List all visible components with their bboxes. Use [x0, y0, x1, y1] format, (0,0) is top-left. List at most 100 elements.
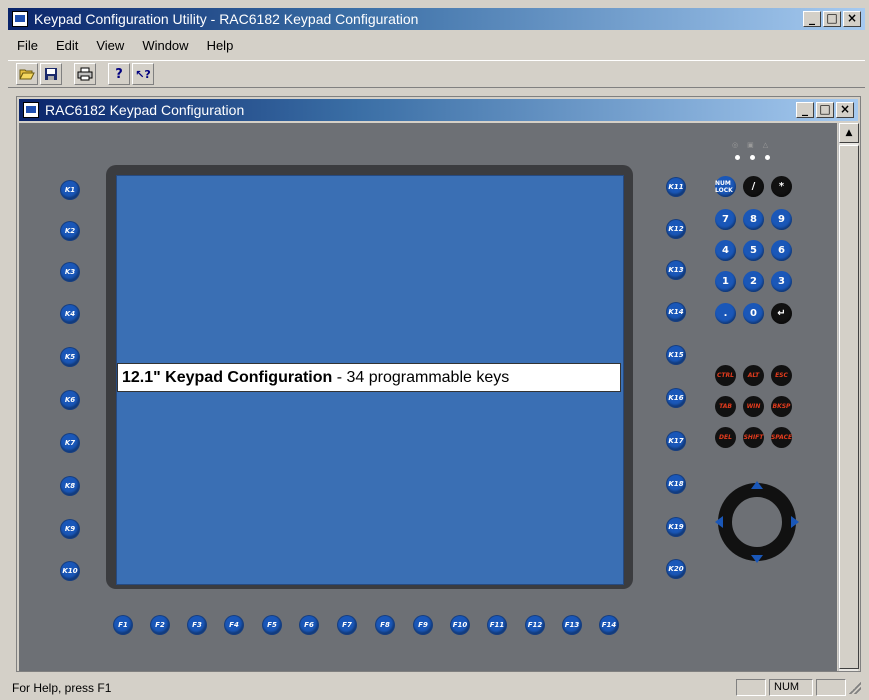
key-0[interactable]: 0 [743, 303, 764, 324]
context-help-icon[interactable]: ↖? [132, 63, 154, 85]
key-f8[interactable]: F8 [376, 616, 394, 634]
child-close-button[interactable]: × [836, 102, 854, 118]
menu-view[interactable]: View [87, 38, 133, 53]
navigation-dpad [715, 481, 799, 563]
key-k18[interactable]: K18 [667, 475, 685, 493]
key-6[interactable]: 6 [771, 240, 792, 261]
key-f10[interactable]: F10 [451, 616, 469, 634]
key-k16[interactable]: K16 [667, 389, 685, 407]
child-maximize-button[interactable]: □ [816, 102, 834, 118]
key-9[interactable]: 9 [771, 209, 792, 230]
key-num-lock[interactable]: NUM LOCK [715, 176, 736, 197]
key-f11[interactable]: F11 [488, 616, 506, 634]
warning-indicator-icon: △ [762, 141, 769, 149]
key-ctrl[interactable]: CTRL [715, 365, 736, 386]
key-k11[interactable]: K11 [667, 178, 685, 196]
key-del[interactable]: DEL [715, 427, 736, 448]
arrow-down-icon[interactable] [751, 555, 763, 563]
menubar: File Edit View Window Help [8, 32, 242, 58]
keypad-config-window: RAC6182 Keypad Configuration _ □ × 12.1"… [16, 96, 861, 672]
key-8[interactable]: 8 [743, 209, 764, 230]
keypad-description-detail: - 34 programmable keys [332, 369, 510, 386]
arrow-up-icon[interactable] [751, 481, 763, 489]
key-k20[interactable]: K20 [667, 560, 685, 578]
key-k15[interactable]: K15 [667, 346, 685, 364]
print-icon[interactable] [74, 63, 96, 85]
key-backspace[interactable]: BKSP [771, 396, 792, 417]
key-multiply[interactable]: * [771, 176, 792, 197]
key-esc[interactable]: ESC [771, 365, 792, 386]
minimize-button[interactable]: _ [803, 11, 821, 27]
key-f13[interactable]: F13 [563, 616, 581, 634]
num-lock-indicator: NUM [769, 679, 813, 696]
app-icon [12, 11, 28, 27]
key-k3[interactable]: K3 [61, 263, 79, 281]
key-f5[interactable]: F5 [263, 616, 281, 634]
key-k8[interactable]: K8 [61, 477, 79, 495]
key-2[interactable]: 2 [743, 271, 764, 292]
key-f2[interactable]: F2 [151, 616, 169, 634]
key-3[interactable]: 3 [771, 271, 792, 292]
close-button[interactable]: × [843, 11, 861, 27]
key-f7[interactable]: F7 [338, 616, 356, 634]
led-3 [765, 155, 770, 160]
key-shift[interactable]: SHIFT [743, 427, 764, 448]
key-f6[interactable]: F6 [300, 616, 318, 634]
key-k6[interactable]: K6 [61, 391, 79, 409]
key-k12[interactable]: K12 [667, 220, 685, 238]
statusbar: For Help, press F1 NUM [8, 677, 865, 698]
key-5[interactable]: 5 [743, 240, 764, 261]
child-minimize-button[interactable]: _ [796, 102, 814, 118]
key-k13[interactable]: K13 [667, 261, 685, 279]
arrow-left-icon[interactable] [715, 516, 723, 528]
key-f1[interactable]: F1 [114, 616, 132, 634]
child-title: RAC6182 Keypad Configuration [45, 102, 245, 118]
help-icon[interactable]: ? [108, 63, 130, 85]
key-f14[interactable]: F14 [600, 616, 618, 634]
key-f12[interactable]: F12 [526, 616, 544, 634]
menu-file[interactable]: File [8, 38, 47, 53]
menu-help[interactable]: Help [198, 38, 243, 53]
key-k1[interactable]: K1 [61, 181, 79, 199]
app-titlebar[interactable]: Keypad Configuration Utility - RAC6182 K… [8, 8, 865, 30]
scroll-thumb[interactable] [839, 145, 859, 669]
key-divide[interactable]: / [743, 176, 764, 197]
key-f3[interactable]: F3 [188, 616, 206, 634]
maximize-button[interactable]: □ [823, 11, 841, 27]
status-pane-empty [736, 679, 766, 696]
keypad-description-title: 12.1" Keypad Configuration [122, 369, 333, 386]
dpad-ring [718, 483, 796, 561]
key-k9[interactable]: K9 [61, 520, 79, 538]
key-alt[interactable]: ALT [743, 365, 764, 386]
key-tab[interactable]: TAB [715, 396, 736, 417]
key-enter[interactable]: ↵ [771, 303, 792, 324]
key-k17[interactable]: K17 [667, 432, 685, 450]
key-decimal[interactable]: . [715, 303, 736, 324]
key-f4[interactable]: F4 [225, 616, 243, 634]
key-k19[interactable]: K19 [667, 518, 685, 536]
menu-edit[interactable]: Edit [47, 38, 87, 53]
arrow-right-icon[interactable] [791, 516, 799, 528]
save-icon[interactable] [40, 63, 62, 85]
child-titlebar[interactable]: RAC6182 Keypad Configuration _ □ × [19, 99, 858, 121]
scroll-up-icon[interactable]: ▲ [839, 123, 859, 143]
status-pane-scroll [816, 679, 846, 696]
vertical-scrollbar[interactable]: ▲ [838, 123, 859, 671]
key-4[interactable]: 4 [715, 240, 736, 261]
keypad-description: 12.1" Keypad Configuration - 34 programm… [117, 363, 621, 392]
key-k7[interactable]: K7 [61, 434, 79, 452]
power-indicator-icon: ◎ [732, 141, 739, 149]
open-icon[interactable] [16, 63, 38, 85]
key-k4[interactable]: K4 [61, 305, 79, 323]
key-k5[interactable]: K5 [61, 348, 79, 366]
resize-grip-icon[interactable] [849, 681, 861, 694]
key-7[interactable]: 7 [715, 209, 736, 230]
key-k10[interactable]: K10 [61, 562, 79, 580]
key-1[interactable]: 1 [715, 271, 736, 292]
menu-window[interactable]: Window [133, 38, 197, 53]
key-f9[interactable]: F9 [414, 616, 432, 634]
key-win[interactable]: WIN [743, 396, 764, 417]
key-k2[interactable]: K2 [61, 222, 79, 240]
key-space[interactable]: SPACE [771, 427, 792, 448]
key-k14[interactable]: K14 [667, 303, 685, 321]
